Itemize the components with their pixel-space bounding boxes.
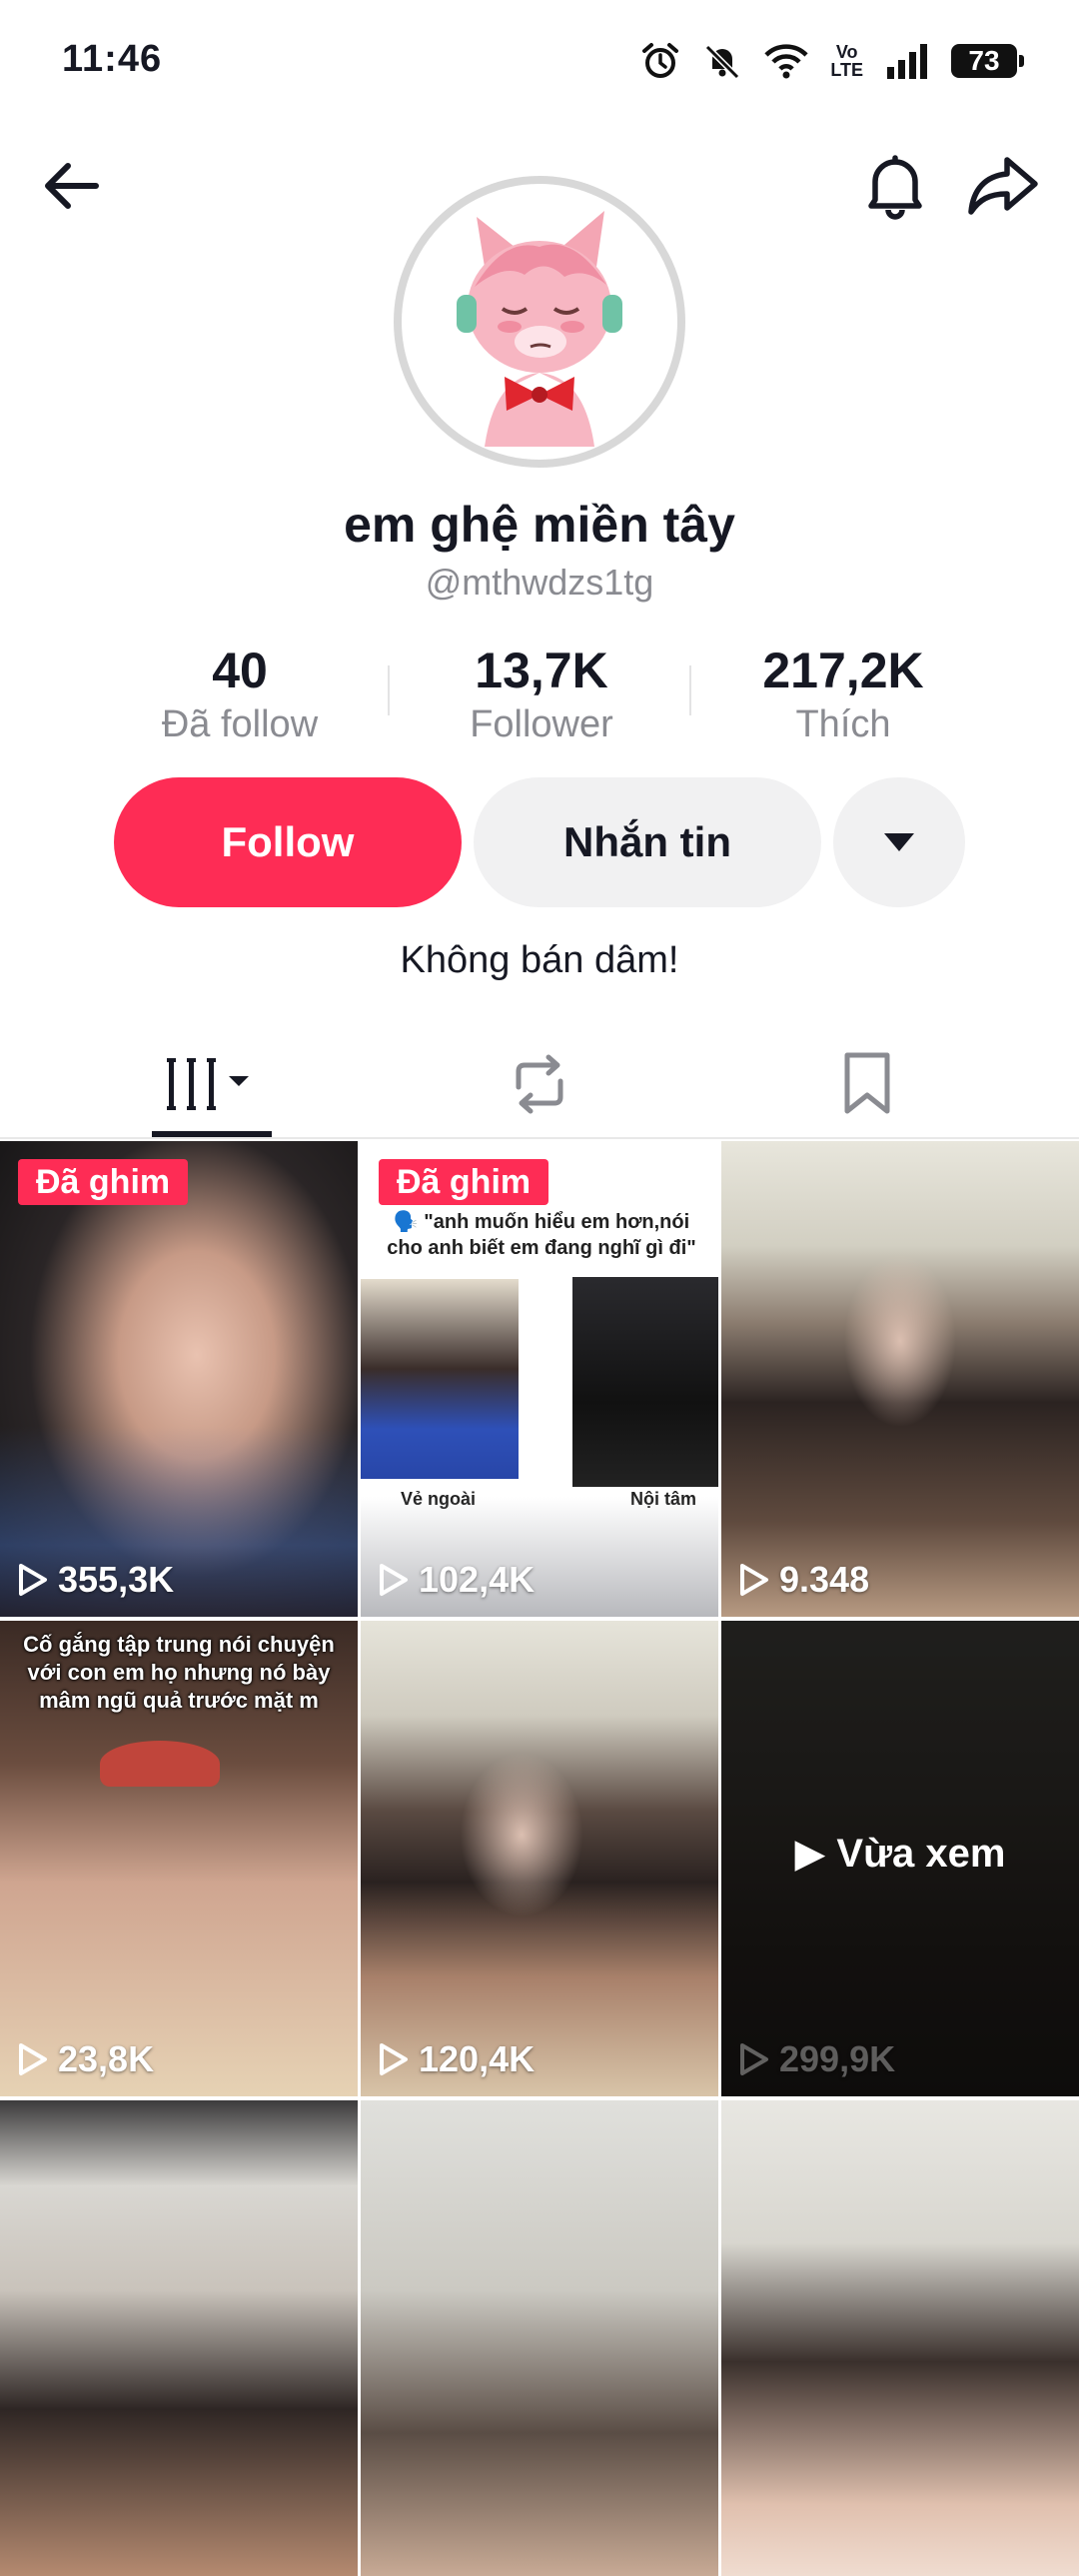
battery-indicator: 73 [951, 44, 1024, 78]
volte-indicator: Vo LTE [830, 42, 863, 80]
thumbnail-right-photo [572, 1277, 718, 1487]
play-icon [740, 1564, 768, 1596]
mute-bell-icon [705, 44, 740, 80]
video-caption-overlay: Cố gắng tập trung nói chuyện với con em … [23, 1632, 335, 1713]
stat-following-label: Đã follow [161, 703, 319, 745]
video-tile[interactable] [721, 2100, 1079, 2576]
back-arrow-icon[interactable] [36, 150, 108, 222]
display-name: em ghệ miền tây [344, 497, 735, 553]
video-tile[interactable]: 120,4K [361, 1621, 718, 2096]
view-count-text: 9.348 [779, 1559, 870, 1600]
play-icon [380, 2043, 408, 2075]
signal-icon [887, 44, 927, 79]
tab-saved[interactable] [687, 1029, 1047, 1139]
stat-followers-value: 13,7K [475, 643, 608, 698]
play-icon [19, 2043, 47, 2075]
stat-divider [689, 665, 691, 715]
view-count-text: 102,4K [419, 1559, 536, 1600]
play-icon [380, 1564, 408, 1596]
view-count: 299,9K [739, 2038, 895, 2080]
play-icon [19, 1564, 47, 1596]
stat-followers-label: Follower [470, 703, 613, 745]
video-grid: Đã ghim 355,3K 🗣️ "anh muốn hiểu em hơn,… [0, 1139, 1079, 2576]
video-tile[interactable]: Đã ghim 355,3K [0, 1141, 358, 1617]
share-arrow-icon[interactable] [963, 146, 1043, 226]
view-count-text: 299,9K [779, 2038, 896, 2079]
stat-likes[interactable]: 217,2K Thích [693, 640, 993, 747]
status-time: 11:46 [62, 38, 163, 80]
status-bar: 11:46 Vo LTE 73 [0, 0, 1079, 120]
view-count-text: 355,3K [58, 1559, 175, 1600]
view-count: 102,4K [379, 1559, 535, 1601]
view-count-text: 23,8K [58, 2038, 155, 2079]
view-count: 9.348 [739, 1559, 869, 1601]
video-tile[interactable] [0, 2100, 358, 2576]
bookmark-icon [844, 1052, 890, 1114]
repost-icon [516, 1054, 563, 1114]
message-button[interactable]: Nhắn tin [474, 777, 821, 907]
avatar[interactable] [394, 176, 685, 468]
thumbnail-left-photo [361, 1279, 519, 1479]
grid-videos-icon [167, 1058, 249, 1110]
username: @mthwdzs1tg [425, 562, 654, 603]
alarm-icon [642, 43, 679, 78]
tab-reposts[interactable] [360, 1029, 719, 1139]
stat-following[interactable]: 40 Đã follow [90, 640, 390, 747]
recently-watched-label: ▶ Vừa xem [794, 1832, 1006, 1876]
video-thumbnail [0, 2100, 358, 2576]
video-thumbnail [361, 2100, 718, 2576]
view-count: 120,4K [379, 2038, 535, 2080]
pinned-badge: Đã ghim [379, 1159, 549, 1205]
view-count-text: 120,4K [419, 2038, 536, 2079]
video-tile[interactable]: 9.348 [721, 1141, 1079, 1617]
recently-watched-text: Vừa xem [836, 1832, 1006, 1876]
tab-videos[interactable] [32, 1029, 392, 1139]
play-icon [740, 2043, 768, 2075]
view-count: 23,8K [18, 2038, 154, 2080]
profile-stats: 40 Đã follow 13,7K Follower 217,2K Thích [0, 640, 1079, 749]
caret-down-icon [884, 833, 914, 851]
video-tile[interactable]: ▶ Vừa xem 299,9K [721, 1621, 1079, 2096]
video-tile[interactable]: Cố gắng tập trung nói chuyện với con em … [0, 1621, 358, 2096]
stat-likes-value: 217,2K [762, 643, 924, 698]
stat-likes-label: Thích [795, 703, 891, 745]
stat-following-value: 40 [212, 643, 268, 698]
follow-button[interactable]: Follow [114, 777, 462, 907]
video-quote-text: 🗣️ "anh muốn hiểu em hơn,nói cho anh biế… [387, 1211, 696, 1259]
stat-followers[interactable]: 13,7K Follower [392, 640, 691, 747]
video-tile[interactable]: 🗣️ "anh muốn hiểu em hơn,nói cho anh biế… [361, 1141, 718, 1617]
wifi-icon [764, 44, 808, 79]
more-options-button[interactable] [833, 777, 965, 907]
status-icons: Vo LTE 73 [640, 38, 1024, 84]
avatar-cartoon-character [457, 211, 622, 447]
pinned-badge: Đã ghim [18, 1159, 189, 1205]
video-thumbnail [721, 2100, 1079, 2576]
profile-bio: Không bán dâm! [400, 939, 679, 981]
stat-divider [388, 665, 390, 715]
profile-tabs [0, 1029, 1079, 1139]
notification-bell-icon[interactable] [855, 146, 935, 226]
view-count: 355,3K [18, 1559, 174, 1601]
video-tile[interactable] [361, 2100, 718, 2576]
